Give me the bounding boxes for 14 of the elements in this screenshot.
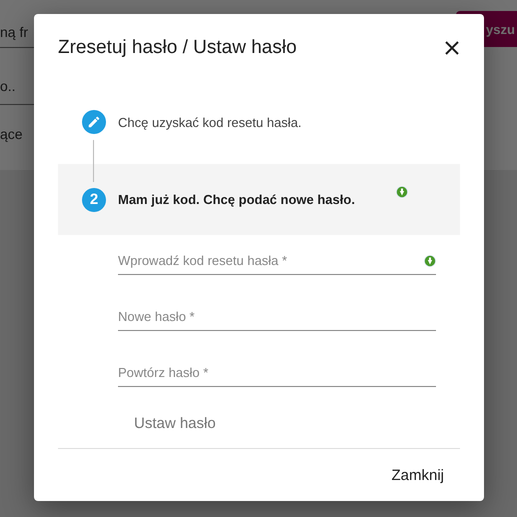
dialog-title: Zresetuj hasło / Ustaw hasło: [58, 37, 297, 59]
step-label: Chcę uzyskać kod resetu hasła.: [118, 114, 302, 130]
search-text: ną fr: [0, 24, 28, 40]
step-number: 2: [82, 188, 106, 212]
input-field[interactable]: Powtórz hasło *: [118, 361, 436, 387]
active-step[interactable]: 2 Mam już kod. Chcę podać nowe hasło.: [58, 164, 460, 235]
close-text-button[interactable]: Zamknij: [383, 458, 452, 492]
step-label: Mam już kod. Chcę podać nowe hasło.: [118, 192, 355, 207]
field-text: o..: [0, 78, 16, 94]
step[interactable]: Chcę uzyskać kod resetu hasła.: [58, 93, 460, 151]
input-field[interactable]: Wprowadź kod resetu hasła *: [118, 249, 436, 275]
input-field[interactable]: Nowe hasło *: [118, 305, 436, 331]
pencil-icon: [82, 110, 106, 134]
body-text: ące: [0, 126, 23, 142]
